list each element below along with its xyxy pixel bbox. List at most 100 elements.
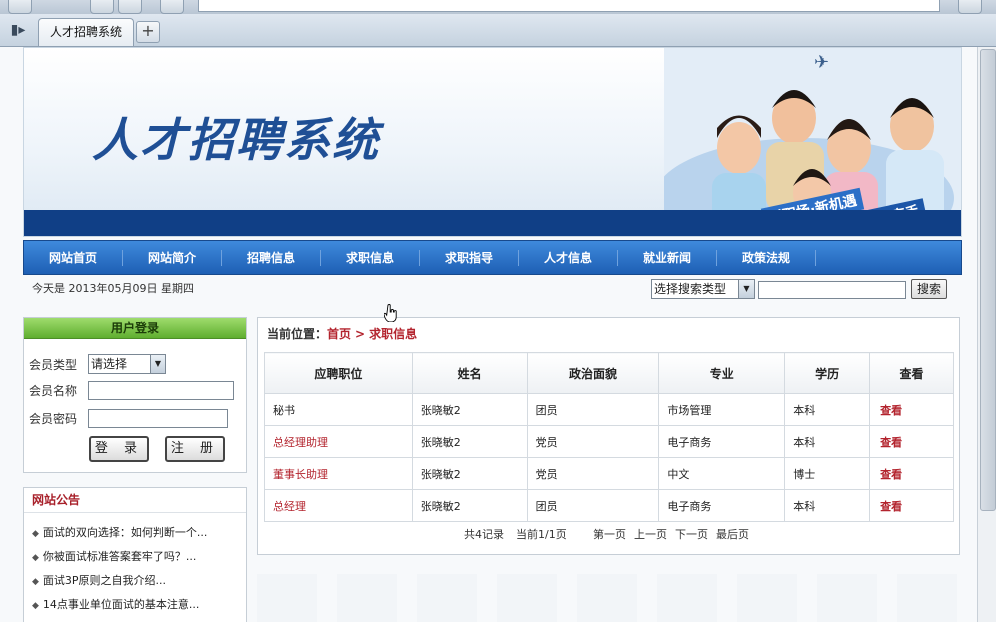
bullet-icon: ◆ <box>32 577 39 587</box>
site-title: 人才招聘系统 <box>92 113 380 167</box>
notice-item[interactable]: ◆ 你被面试标准答案套牢了吗？... <box>32 548 196 564</box>
nav-item-policy[interactable]: 政策法规 <box>717 249 816 266</box>
breadcrumb-current: 求职信息 <box>369 327 418 341</box>
cell-education: 本科 <box>784 425 871 458</box>
view-link[interactable]: 查看 <box>869 393 954 426</box>
register-button[interactable]: 注 册 <box>165 436 225 462</box>
breadcrumb-separator: > <box>355 327 366 341</box>
chevron-down-icon: ▼ <box>150 355 165 373</box>
view-link[interactable]: 查看 <box>869 457 954 490</box>
bullet-icon: ◆ <box>32 529 39 539</box>
site-banner: 人才招聘系统 ✈ 新职场·新机遇 造就职场高手 <box>23 47 962 237</box>
cell-political-status: 团员 <box>526 489 660 522</box>
job-seekers-table: 应聘职位 姓名 政治面貌 专业 学历 查看 秘书 张晓敏2 团员 市场管理 本科… <box>264 352 954 522</box>
notice-title: 网站公告 <box>24 488 246 513</box>
pager-current: 当前1/1页 <box>516 528 567 541</box>
back-button[interactable] <box>8 0 32 14</box>
cell-political-status: 党员 <box>526 457 660 490</box>
cell-major: 电子商务 <box>658 425 786 458</box>
settings-button[interactable] <box>958 0 982 14</box>
faded-content-row <box>257 574 962 622</box>
cell-position: 总经理 <box>264 489 413 522</box>
page-scrollbar[interactable] <box>977 47 996 622</box>
member-type-value: 请选择 <box>91 357 128 371</box>
main-nav: 网站首页 网站简介 招聘信息 求职信息 求职指导 人才信息 就业新闻 政策法规 <box>23 240 962 275</box>
cell-position: 董事长助理 <box>264 457 413 490</box>
column-header: 政治面貌 <box>526 352 660 394</box>
nav-item-home[interactable]: 网站首页 <box>24 249 123 266</box>
search-button[interactable]: 搜索 <box>911 279 947 299</box>
member-password-input[interactable] <box>88 409 228 428</box>
tab-active[interactable]: 人才招聘系统 <box>38 18 134 46</box>
column-header: 姓名 <box>411 352 528 394</box>
cell-major: 市场管理 <box>658 393 786 426</box>
breadcrumb-home-link[interactable]: 首页 <box>327 327 351 341</box>
notice-panel: 网站公告 ◆ 面试的双向选择：如何判断一个... ◆ 你被面试标准答案套牢了吗？..… <box>23 487 247 622</box>
pager-first-link[interactable]: 第一页 <box>593 526 626 542</box>
nav-item-job-seeking[interactable]: 求职信息 <box>321 249 420 266</box>
column-header: 学历 <box>784 352 871 394</box>
history-button[interactable] <box>160 0 184 14</box>
pager-prev-link[interactable]: 上一页 <box>634 526 667 542</box>
pager-last-link[interactable]: 最后页 <box>716 526 749 542</box>
pager-next-link[interactable]: 下一页 <box>675 526 708 542</box>
search-type-select[interactable]: 选择搜索类型 ▼ <box>651 279 755 299</box>
airplane-icon: ✈ <box>814 52 830 73</box>
view-link[interactable]: 查看 <box>869 425 954 458</box>
cell-political-status: 党员 <box>526 425 660 458</box>
cell-major: 电子商务 <box>658 489 786 522</box>
cell-name: 张晓敏2 <box>411 489 528 522</box>
member-password-label: 会员密码 <box>29 412 78 426</box>
tab-strip: ▮▸ 人才招聘系统 + <box>0 14 996 47</box>
home-button[interactable] <box>118 0 142 14</box>
nav-item-news[interactable]: 就业新闻 <box>618 249 717 266</box>
hand-cursor-icon <box>384 304 397 322</box>
breadcrumb: 当前位置：首页 > 求职信息 <box>267 325 417 342</box>
member-name-input[interactable] <box>88 381 234 400</box>
login-panel: 用户登录 会员类型 请选择 ▼ 会员名称 会员密码 登 录 注 册 <box>23 317 247 473</box>
page-content: 人才招聘系统 ✈ 新职场·新机遇 造就职场高手 网站首页 网 <box>0 47 977 622</box>
column-header: 应聘职位 <box>264 352 413 394</box>
cell-education: 本科 <box>784 393 871 426</box>
bullet-icon: ◆ <box>32 553 39 563</box>
cell-position: 总经理助理 <box>264 425 413 458</box>
nav-item-talent[interactable]: 人才信息 <box>519 249 618 266</box>
bullet-icon: ◆ <box>32 601 39 611</box>
login-button[interactable]: 登 录 <box>89 436 149 462</box>
browser-toolbar <box>0 0 996 14</box>
breadcrumb-label: 当前位置： <box>267 327 328 341</box>
cell-major: 中文 <box>658 457 786 490</box>
member-type-select[interactable]: 请选择 ▼ <box>88 354 166 374</box>
address-bar[interactable] <box>198 0 940 12</box>
new-tab-button[interactable]: + <box>136 21 160 43</box>
cell-name: 张晓敏2 <box>411 425 528 458</box>
cell-position: 秘书 <box>264 393 413 426</box>
table-row: 董事长助理 张晓敏2 党员 中文 博士 查看 <box>264 457 954 490</box>
table-row: 总经理助理 张晓敏2 党员 电子商务 本科 查看 <box>264 425 954 458</box>
login-title: 用户登录 <box>24 318 246 339</box>
view-link[interactable]: 查看 <box>869 489 954 522</box>
chevron-down-icon: ▼ <box>738 280 754 298</box>
member-type-label: 会员类型 <box>29 358 78 372</box>
table-row: 总经理 张晓敏2 团员 电子商务 本科 查看 <box>264 489 954 522</box>
reload-button[interactable] <box>90 0 114 14</box>
nav-item-guidance[interactable]: 求职指导 <box>420 249 519 266</box>
nav-item-recruitment[interactable]: 招聘信息 <box>222 249 321 266</box>
notice-item[interactable]: ◆ 面试的双向选择：如何判断一个... <box>32 524 207 540</box>
banner-bottom-strip <box>24 210 961 236</box>
pager-total: 共4记录 <box>464 528 504 541</box>
date-text: 今天是 2013年05月09日 星期四 <box>32 282 194 295</box>
table-row: 秘书 张晓敏2 团员 市场管理 本科 查看 <box>264 393 954 426</box>
notice-item[interactable]: ◆ 14点事业单位面试的基本注意... <box>32 596 199 612</box>
search-input[interactable] <box>758 281 906 299</box>
job-seeking-panel: 当前位置：首页 > 求职信息 应聘职位 姓名 政治面貌 专业 学历 查看 秘书 张 <box>257 317 960 555</box>
cell-education: 本科 <box>784 489 871 522</box>
notice-item[interactable]: ◆ 面试3P原则之自我介绍... <box>32 572 166 588</box>
scrollbar-thumb[interactable] <box>980 49 996 511</box>
sidebar-toggle-icon[interactable]: ▮▸ <box>8 20 28 40</box>
table-header-row: 应聘职位 姓名 政治面貌 专业 学历 查看 <box>264 352 954 394</box>
cell-name: 张晓敏2 <box>411 393 528 426</box>
member-name-label: 会员名称 <box>29 384 78 398</box>
cell-political-status: 团员 <box>526 393 660 426</box>
nav-item-about[interactable]: 网站简介 <box>123 249 222 266</box>
